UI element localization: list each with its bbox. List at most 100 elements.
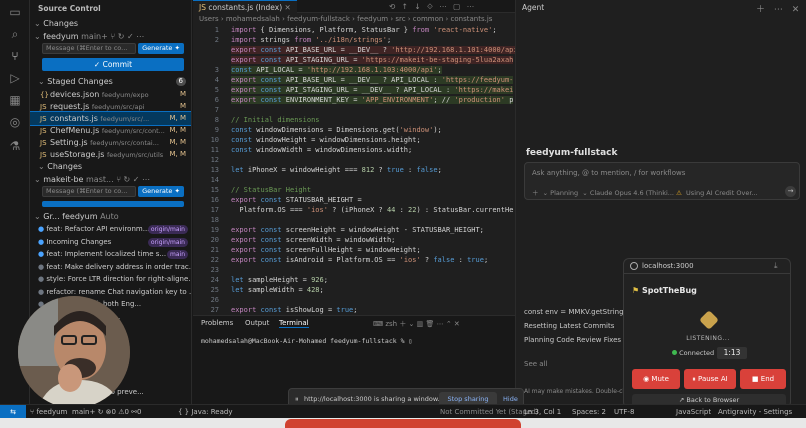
repo-name: makeit-be <box>43 175 84 184</box>
code-line: let sampleHeight = 926; <box>231 276 328 284</box>
agent-input[interactable]: Ask anything, @ to mention, / for workfl… <box>532 169 685 177</box>
terminal-prompt[interactable]: mohamedsalah@MacBook-Air-Mohamed feedyum… <box>201 337 412 345</box>
testing-icon[interactable]: ⚗ <box>7 138 23 154</box>
line-number: 4 <box>214 76 219 84</box>
mute-button[interactable]: ◉ Mute <box>632 369 680 389</box>
dock-strip <box>0 418 806 428</box>
changes-section-2[interactable]: ⌄ Changes <box>38 160 191 173</box>
call-timer: 1:13 <box>717 347 747 359</box>
breadcrumb[interactable]: Users › mohamedsalah › feedyum-fullstack… <box>199 15 492 23</box>
staged-label: Staged Changes <box>47 77 113 86</box>
commit-message: style: Force LTR direction for right-ali… <box>46 275 192 283</box>
history-item-1[interactable]: const env = MMKV.getString(E... <box>524 308 637 316</box>
line-number: 22 <box>210 256 219 264</box>
mic-icon: ◉ <box>643 375 650 383</box>
status-spaces[interactable]: Spaces: 2 <box>572 405 606 419</box>
tab-output[interactable]: Output <box>245 319 269 327</box>
status-branch[interactable]: ⑂ feedyum <box>30 405 67 419</box>
terminal-shell[interactable]: ⌨ zsh ＋ ⌄ ▥ 🗑 ⋯ ⌃ ✕ <box>373 319 460 329</box>
generate-button-2[interactable]: Generate ✦ <box>138 186 184 197</box>
popup-url: localhost:3000 <box>642 262 694 270</box>
line-number: 24 <box>210 276 219 284</box>
branch-tag: origin/main <box>147 225 188 234</box>
status-branch2[interactable]: main+ ↻ ⊗0 ⚠0 ⚯0 <box>72 405 142 419</box>
code-line: // StatusBar Height <box>231 186 312 194</box>
line-number: 21 <box>210 246 219 254</box>
agent-model: Claude Opus 4.6 (Thinki... <box>589 189 674 197</box>
status-java[interactable]: { } Java: Ready <box>178 405 232 419</box>
send-icon[interactable]: → <box>785 186 796 197</box>
globe-icon <box>630 262 638 270</box>
end-button[interactable]: ■ End <box>740 369 786 389</box>
tab-problems[interactable]: Problems <box>201 319 233 327</box>
generate-button[interactable]: Generate ✦ <box>138 43 184 54</box>
code-line: const windowDimensions = Dimensions.get(… <box>231 126 442 134</box>
remote-status-icon[interactable]: ⇆ <box>0 405 26 419</box>
line-number: 18 <box>210 216 219 224</box>
extensions-icon[interactable]: ▦ <box>7 92 23 108</box>
graph-commit-row[interactable]: ● Incoming Changes origin/main <box>30 236 191 249</box>
file-path: feedyum/src/cont... <box>101 127 165 135</box>
pause-ai-button[interactable]: ⏸ Pause AI <box>684 369 736 389</box>
tab-terminal[interactable]: Terminal <box>279 319 309 328</box>
line-number: 3 <box>214 66 219 74</box>
commit-message: Incoming Changes <box>46 237 112 246</box>
tab-constants[interactable]: JS constants.js (Index) ✕ <box>193 0 297 13</box>
status-lang[interactable]: JavaScript <box>676 405 711 419</box>
see-all-link[interactable]: See all <box>524 360 547 368</box>
hide-button[interactable]: Hide <box>503 395 518 403</box>
code-line: export const isAndroid = Platform.OS == … <box>231 256 489 264</box>
status-position[interactable]: Ln 3, Col 1 <box>524 405 561 419</box>
code-line: const API_LOCAL = 'http://192.168.1.103:… <box>231 66 442 74</box>
file-path: feedyum/src/api <box>91 103 145 111</box>
stop-icon: ■ <box>751 375 759 383</box>
history-item-2[interactable]: Resetting Latest Commits <box>524 322 614 330</box>
commit-button-2[interactable] <box>42 201 184 207</box>
commit-button[interactable]: ✓ Commit <box>42 58 184 71</box>
webcam-person <box>18 296 130 408</box>
commit-message-input[interactable]: Message (⌘Enter to co... <box>42 43 136 54</box>
status-settings[interactable]: Antigravity - Settings <box>718 405 792 419</box>
line-number: 23 <box>210 266 219 274</box>
arrow-icon: ↗ <box>678 396 685 404</box>
repo-feedyum[interactable]: ⌄ feedyum main+ ⑂ ↻ ✓ ⋯ <box>34 30 191 43</box>
run-debug-icon[interactable]: ▷ <box>7 70 23 86</box>
file-path: feedyum/src/utils <box>106 151 164 159</box>
line-number: 14 <box>210 176 219 184</box>
file-name: useStorage.js <box>50 150 107 159</box>
agent-options[interactable]: ＋ ⌄ Planning ⌄ Claude Opus 4.6 (Thinki..… <box>532 187 758 197</box>
code-line: export const screenWidth = windowWidth; <box>231 236 396 244</box>
agent-credit: Using AI Credit Over... <box>686 189 758 197</box>
editor-toolbar: ⟲ ↑ ↓ ⟐ ⋯ ▢ ⋯ <box>389 2 477 11</box>
staged-section[interactable]: ⌄ Staged Changes 6 <box>38 75 191 88</box>
graph-commit-row[interactable]: ● feat: Refactor API environm... origin/… <box>30 223 191 236</box>
branch-tag: origin/main <box>147 237 188 247</box>
changes-section[interactable]: ⌄ Changes <box>34 17 191 30</box>
graph-commit-row[interactable]: ● feat: Make delivery address in order t… <box>30 261 191 274</box>
agent-toolbar[interactable]: ＋ ⋯ ✕ <box>756 2 802 15</box>
graph-commit-row[interactable]: ● style: Force LTR direction for right-a… <box>30 273 192 286</box>
agent-input-box[interactable]: Ask anything, @ to mention, / for workfl… <box>524 162 800 200</box>
history-item-3[interactable]: Planning Code Review Fixes <box>524 336 621 344</box>
code-line: Platform.OS === 'ios' ? (iPhoneX ? 44 : … <box>231 206 514 214</box>
editor: JS constants.js (Index) ✕ ⟲ ↑ ↓ ⟐ ⋯ ▢ ⋯ … <box>193 0 515 315</box>
line-number: 17 <box>210 206 219 214</box>
search-icon[interactable]: ⌕ <box>7 26 23 42</box>
explorer-icon[interactable]: ▭ <box>7 4 23 20</box>
source-control-icon[interactable]: ⑂ <box>7 48 23 64</box>
status-encoding[interactable]: UTF-8 <box>614 405 634 419</box>
status-bar: ⇆ ⑂ feedyum main+ ↻ ⊗0 ⚠0 ⚯0 { } Java: R… <box>0 404 806 419</box>
line-number: 26 <box>210 296 219 304</box>
graph-commit-row[interactable]: ● feat: Implement localized time s... ma… <box>30 248 191 261</box>
agent-mode: Planning <box>550 189 579 197</box>
code-line: export const API_BASE_URL = __DEV__ ? 'h… <box>231 46 515 54</box>
commit-message-input-2[interactable]: Message (⌘Enter to co... <box>42 186 136 197</box>
graph-commit-row[interactable]: ● refactor: rename Chat navigation key t… <box>30 286 191 299</box>
graph-header[interactable]: ⌄ Gr... feedyum Auto <box>34 210 191 223</box>
line-number: 27 <box>210 306 219 314</box>
connected-dot-icon <box>672 350 677 355</box>
remote-icon[interactable]: ◎ <box>7 114 23 130</box>
repo-makeit-be[interactable]: ⌄ makeit-be mast... ⑂ ↻ ✓ ⋯ <box>34 173 191 186</box>
download-icon[interactable]: ⤓ <box>774 261 778 271</box>
line-number: 25 <box>210 286 219 294</box>
